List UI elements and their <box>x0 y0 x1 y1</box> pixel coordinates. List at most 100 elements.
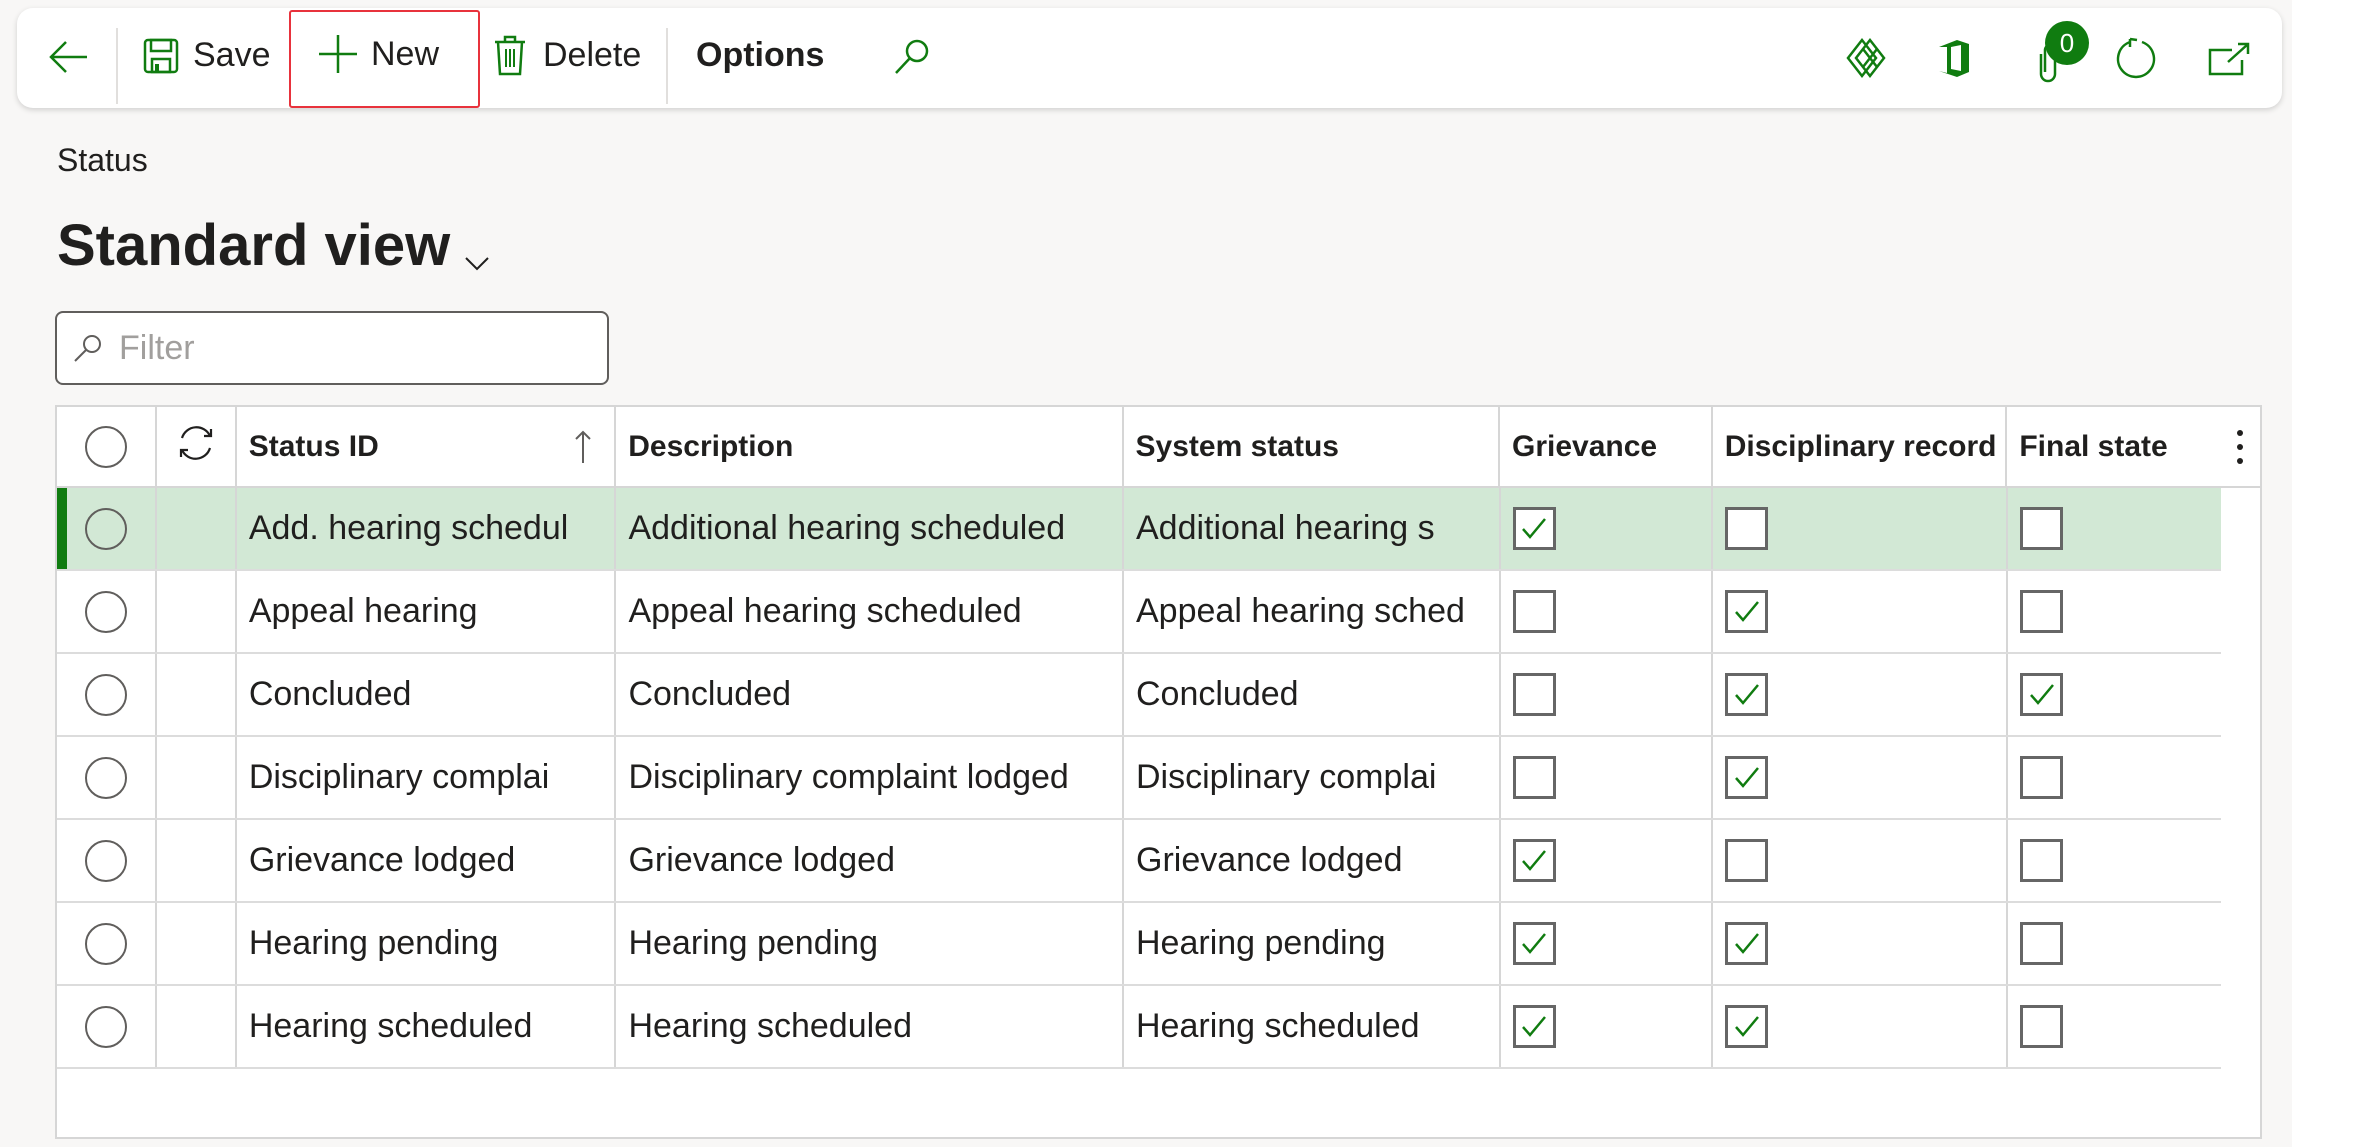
grievance-checkbox[interactable] <box>1512 673 1556 716</box>
row-select-radio[interactable] <box>84 1005 127 1048</box>
description-cell[interactable]: Hearing pending <box>616 903 1124 984</box>
delete-button[interactable]: Delete <box>493 34 641 76</box>
status-id-value: Hearing pending <box>248 924 499 962</box>
action-pane: Save New Delete Options 0 <box>17 8 2282 108</box>
row-select-radio[interactable] <box>84 673 127 716</box>
column-header-description[interactable]: Description <box>616 407 1124 486</box>
grievance-checkbox[interactable] <box>1512 839 1556 882</box>
table-row[interactable]: Hearing pending Hearing pending Hearing … <box>57 903 2221 986</box>
row-select-radio[interactable] <box>84 507 127 550</box>
checkmark-icon <box>1735 1015 1759 1037</box>
final-state-checkbox[interactable] <box>2020 1005 2064 1048</box>
status-id-cell[interactable]: Disciplinary complai <box>237 737 617 818</box>
office-button[interactable] <box>1937 37 1971 79</box>
system-status-cell[interactable]: Grievance lodged <box>1124 820 1501 901</box>
grievance-cell <box>1501 986 1714 1067</box>
filter-input[interactable] <box>117 327 581 369</box>
disciplinary-record-checkbox[interactable] <box>1725 839 1769 882</box>
toolbar-separator <box>116 28 118 104</box>
trash-icon <box>493 34 527 76</box>
column-header-disciplinary-record[interactable]: Disciplinary record <box>1713 407 2008 486</box>
system-status-cell[interactable]: Appeal hearing sched <box>1124 571 1501 652</box>
grievance-checkbox[interactable] <box>1512 922 1556 965</box>
grievance-checkbox[interactable] <box>1512 590 1556 633</box>
new-button[interactable]: New <box>317 33 439 75</box>
floppy-disk-icon <box>143 38 179 74</box>
checkmark-icon <box>1735 600 1759 622</box>
system-status-cell[interactable]: Hearing pending <box>1124 903 1501 984</box>
delete-label: Delete <box>543 35 642 74</box>
row-select-cell <box>57 488 157 569</box>
system-status-cell[interactable]: Concluded <box>1124 654 1501 735</box>
disciplinary-record-checkbox[interactable] <box>1725 590 1769 633</box>
grievance-checkbox[interactable] <box>1512 756 1556 799</box>
column-header-system-status[interactable]: System status <box>1124 407 1501 486</box>
final-state-checkbox[interactable] <box>2020 839 2064 882</box>
table-row[interactable]: Add. hearing schedul Additional hearing … <box>57 488 2221 571</box>
disciplinary-record-checkbox[interactable] <box>1725 1005 1769 1048</box>
column-header-grievance[interactable]: Grievance <box>1500 407 1713 486</box>
column-header-final-state[interactable]: Final state <box>2007 407 2220 486</box>
open-in-new-window-icon <box>2208 42 2250 76</box>
refresh-button[interactable] <box>2115 37 2157 79</box>
final-state-checkbox[interactable] <box>2020 673 2064 716</box>
description-cell[interactable]: Grievance lodged <box>616 820 1124 901</box>
row-select-radio[interactable] <box>84 756 127 799</box>
status-id-cell[interactable]: Hearing scheduled <box>237 986 617 1067</box>
status-id-cell[interactable]: Concluded <box>237 654 617 735</box>
status-id-cell[interactable]: Appeal hearing <box>237 571 617 652</box>
new-label: New <box>371 34 440 73</box>
status-id-cell[interactable]: Hearing pending <box>237 903 617 984</box>
column-label: Disciplinary record <box>1724 429 1997 463</box>
disciplinary-record-cell <box>1713 903 2009 984</box>
row-select-radio[interactable] <box>84 922 127 965</box>
status-id-cell[interactable]: Add. hearing schedul <box>237 488 617 569</box>
checkmark-icon <box>1522 932 1547 954</box>
final-state-cell <box>2008 820 2221 901</box>
description-cell[interactable]: Disciplinary complaint lodged <box>616 737 1124 818</box>
row-select-cell <box>57 654 157 735</box>
grievance-checkbox[interactable] <box>1512 1005 1556 1048</box>
disciplinary-record-checkbox[interactable] <box>1725 756 1769 799</box>
disciplinary-record-checkbox[interactable] <box>1725 507 1769 550</box>
table-row[interactable]: Hearing scheduled Hearing scheduled Hear… <box>57 986 2221 1069</box>
system-status-cell[interactable]: Additional hearing s <box>1124 488 1501 569</box>
row-select-radio[interactable] <box>84 590 127 633</box>
open-new-window-button[interactable] <box>2208 42 2250 76</box>
description-cell[interactable]: Appeal hearing scheduled <box>616 571 1124 652</box>
disciplinary-record-checkbox[interactable] <box>1725 673 1769 716</box>
back-button[interactable] <box>47 35 91 79</box>
table-row[interactable]: Concluded Concluded Concluded <box>57 654 2221 737</box>
status-id-value: Disciplinary complai <box>248 758 550 796</box>
view-selector[interactable]: Standard view <box>57 205 490 286</box>
final-state-checkbox[interactable] <box>2020 507 2064 550</box>
options-label: Options <box>696 36 825 74</box>
row-select-radio[interactable] <box>84 839 127 882</box>
table-row[interactable]: Appeal hearing Appeal hearing scheduled … <box>57 571 2221 654</box>
column-header-status-id[interactable]: Status ID <box>237 407 617 486</box>
description-cell[interactable]: Additional hearing scheduled <box>616 488 1124 569</box>
table-row[interactable]: Grievance lodged Grievance lodged Grieva… <box>57 820 2221 903</box>
system-status-cell[interactable]: Hearing scheduled <box>1124 986 1501 1067</box>
grievance-checkbox[interactable] <box>1512 507 1556 550</box>
select-all-radio[interactable] <box>84 425 127 468</box>
row-spacer-cell <box>157 820 237 901</box>
search-button[interactable] <box>893 38 931 76</box>
description-cell[interactable]: Concluded <box>616 654 1124 735</box>
final-state-checkbox[interactable] <box>2020 590 2064 633</box>
options-tab[interactable]: Options <box>696 36 824 75</box>
final-state-checkbox[interactable] <box>2020 922 2064 965</box>
disciplinary-record-checkbox[interactable] <box>1725 922 1769 965</box>
grievance-cell <box>1501 571 1714 652</box>
system-status-value: Disciplinary complai <box>1136 758 1437 796</box>
system-status-cell[interactable]: Disciplinary complai <box>1124 737 1501 818</box>
refresh-column-cell <box>157 407 237 486</box>
refresh-icon[interactable] <box>175 422 217 472</box>
save-button[interactable]: Save <box>143 36 271 75</box>
description-cell[interactable]: Hearing scheduled <box>616 986 1124 1067</box>
final-state-checkbox[interactable] <box>2020 756 2064 799</box>
power-apps-button[interactable] <box>1845 37 1887 79</box>
more-options-icon[interactable] <box>2237 429 2244 464</box>
status-id-cell[interactable]: Grievance lodged <box>237 820 617 901</box>
table-row[interactable]: Disciplinary complai Disciplinary compla… <box>57 737 2221 820</box>
